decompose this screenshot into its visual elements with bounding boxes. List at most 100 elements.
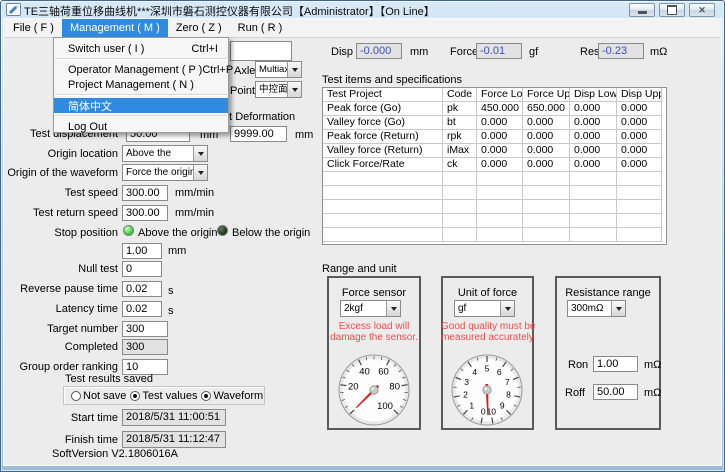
radio-waveform[interactable]: Waveform: [201, 390, 263, 402]
table-cell[interactable]: [570, 214, 617, 228]
table-cell[interactable]: [570, 186, 617, 200]
chevron-down-icon[interactable]: [193, 146, 207, 161]
maximize-button[interactable]: [659, 3, 685, 17]
null-test-field[interactable]: 0: [122, 261, 162, 277]
table-cell[interactable]: pk: [443, 102, 477, 116]
stop-below-led[interactable]: [217, 225, 228, 236]
table-cell[interactable]: 0.000: [477, 116, 523, 130]
radio-test-values[interactable]: Test values: [130, 390, 197, 402]
table-cell[interactable]: [523, 186, 570, 200]
menu-item-log-out[interactable]: Log Out: [54, 119, 228, 134]
table-cell[interactable]: bt: [443, 116, 477, 130]
table-cell[interactable]: [570, 172, 617, 186]
table-cell[interactable]: rpk: [443, 130, 477, 144]
table-cell[interactable]: Peak force (Go): [323, 102, 443, 116]
chevron-down-icon[interactable]: [611, 301, 625, 316]
table-cell[interactable]: 0.000: [617, 116, 662, 130]
table-cell[interactable]: Valley force (Go): [323, 116, 443, 130]
title-bar[interactable]: TE三轴荷重位移曲线机***深圳市磐石测控仪器有限公司【Administrato…: [0, 0, 725, 19]
menu-item-operator-management[interactable]: Operator Management ( P ) Ctrl+P: [54, 62, 228, 77]
unit-of-force-combo[interactable]: gf: [454, 300, 515, 317]
table-cell[interactable]: [617, 200, 662, 214]
table-cell[interactable]: ck: [443, 158, 477, 172]
menu-management[interactable]: Management ( M ): [62, 19, 168, 37]
table-cell[interactable]: 0.000: [477, 158, 523, 172]
table-cell[interactable]: [477, 200, 523, 214]
target-number-field[interactable]: 300: [122, 321, 168, 337]
table-cell[interactable]: [570, 200, 617, 214]
table-cell[interactable]: [443, 214, 477, 228]
table-cell[interactable]: 0.000: [570, 158, 617, 172]
table-cell[interactable]: 0.000: [617, 130, 662, 144]
table-cell[interactable]: iMax: [443, 144, 477, 158]
table-cell[interactable]: [323, 214, 443, 228]
force-sensor-combo[interactable]: 2kgf: [340, 300, 401, 317]
stop-above-led[interactable]: [123, 225, 134, 236]
table-cell[interactable]: [617, 228, 662, 242]
table-cell[interactable]: 450.000: [477, 102, 523, 116]
table-cell[interactable]: 0.000: [523, 158, 570, 172]
table-cell[interactable]: 0.000: [523, 144, 570, 158]
radio-not-save[interactable]: Not save: [71, 390, 126, 402]
table-cell[interactable]: [443, 228, 477, 242]
chevron-down-icon[interactable]: [287, 62, 301, 77]
chevron-down-icon[interactable]: [287, 82, 301, 97]
table-cell[interactable]: Click Force/Rate: [323, 158, 443, 172]
table-cell[interactable]: 0.000: [617, 144, 662, 158]
table-cell[interactable]: [443, 172, 477, 186]
chevron-down-icon[interactable]: [500, 301, 514, 316]
table-cell[interactable]: 0.000: [617, 158, 662, 172]
minimize-button[interactable]: [629, 3, 655, 17]
table-cell[interactable]: [523, 200, 570, 214]
table-cell[interactable]: [523, 172, 570, 186]
table-cell[interactable]: [323, 200, 443, 214]
table-cell[interactable]: 0.000: [523, 130, 570, 144]
test-speed-field[interactable]: 300.00: [122, 185, 168, 201]
menu-item-switch-user[interactable]: Switch user ( I ) Ctrl+I: [54, 41, 228, 56]
table-cell[interactable]: 0.000: [570, 102, 617, 116]
table-cell[interactable]: 0.000: [570, 116, 617, 130]
close-button[interactable]: ✕: [689, 3, 715, 17]
table-cell[interactable]: [477, 172, 523, 186]
reverse-pause-field[interactable]: 0.02: [122, 281, 162, 297]
table-cell[interactable]: [443, 200, 477, 214]
table-cell[interactable]: [617, 186, 662, 200]
table-cell[interactable]: [323, 172, 443, 186]
menu-item-project-management[interactable]: Project Management ( N ): [54, 77, 228, 92]
table-cell[interactable]: Valley force (Return): [323, 144, 443, 158]
table-cell[interactable]: [323, 228, 443, 242]
top-text-input[interactable]: [230, 41, 292, 61]
table-cell[interactable]: 0.000: [570, 130, 617, 144]
table-cell[interactable]: Peak force (Return): [323, 130, 443, 144]
menu-file[interactable]: File ( F ): [5, 19, 62, 37]
table-cell[interactable]: [523, 228, 570, 242]
table-cell[interactable]: [570, 228, 617, 242]
stop-offset-field[interactable]: 1.00: [122, 243, 162, 259]
table-cell[interactable]: [323, 186, 443, 200]
table-cell[interactable]: 0.000: [570, 144, 617, 158]
roff-field[interactable]: 50.00: [593, 384, 638, 400]
table-cell[interactable]: [443, 186, 477, 200]
table-cell[interactable]: 0.000: [477, 144, 523, 158]
table-cell[interactable]: 0.000: [617, 102, 662, 116]
chevron-down-icon[interactable]: [193, 165, 207, 180]
table-cell[interactable]: [477, 228, 523, 242]
table-cell[interactable]: [523, 214, 570, 228]
latency-field[interactable]: 0.02: [122, 301, 162, 317]
test-return-speed-field[interactable]: 300.00: [122, 205, 168, 221]
axle-combo[interactable]: Multiaxi: [255, 61, 302, 78]
table-cell[interactable]: [477, 214, 523, 228]
menu-zero[interactable]: Zero ( Z ): [168, 19, 230, 37]
table-cell[interactable]: [617, 172, 662, 186]
origin-location-combo[interactable]: Above the: [122, 145, 208, 162]
deformation-field[interactable]: 9999.00: [230, 126, 287, 142]
table-cell[interactable]: [477, 186, 523, 200]
table-cell[interactable]: [617, 214, 662, 228]
point-combo[interactable]: 中控面: [255, 81, 302, 98]
table-cell[interactable]: 0.000: [477, 130, 523, 144]
ron-field[interactable]: 1.00: [593, 356, 638, 372]
table-cell[interactable]: 650.000: [523, 102, 570, 116]
menu-run[interactable]: Run ( R ): [230, 19, 291, 37]
menu-item-simplified-chinese[interactable]: 简体中文: [54, 98, 228, 113]
chevron-down-icon[interactable]: [386, 301, 400, 316]
